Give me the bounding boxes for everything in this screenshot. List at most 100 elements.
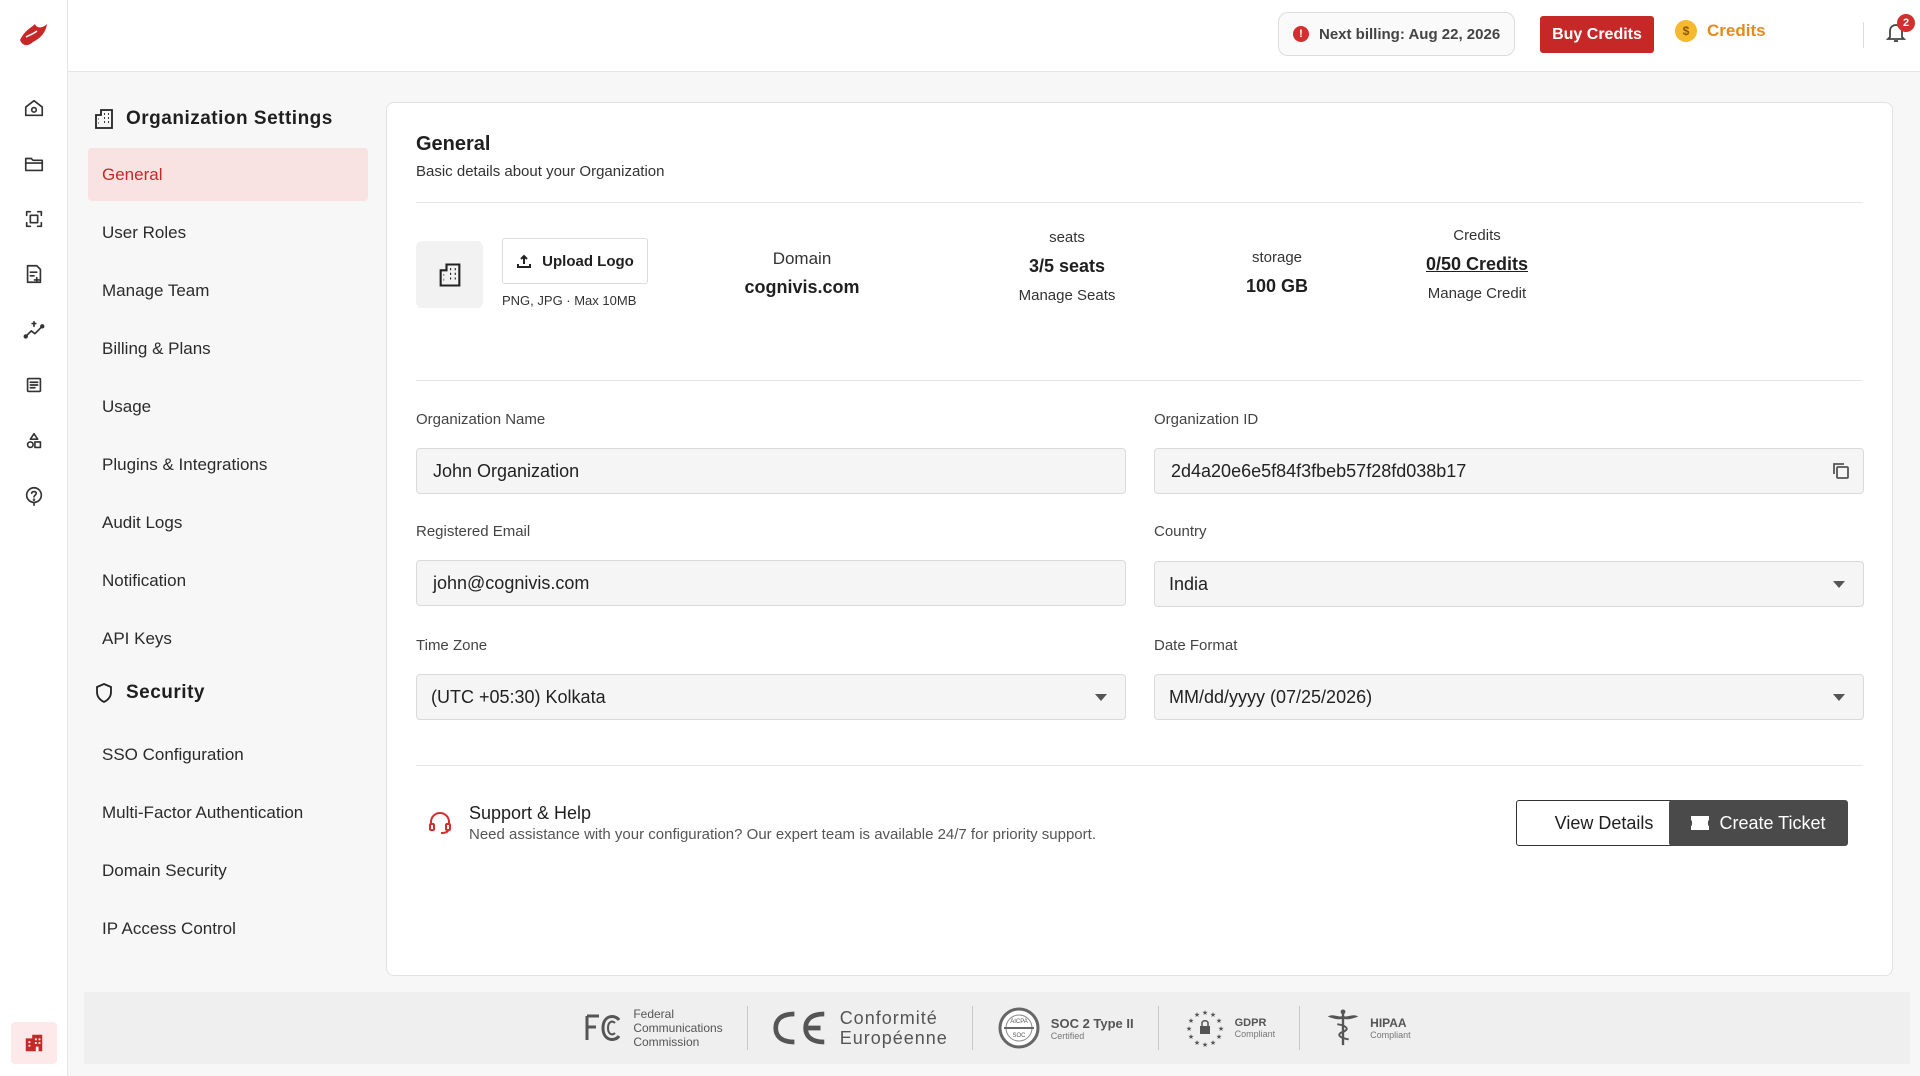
hipaa-sub: Compliant [1370, 1030, 1411, 1040]
credits-stat: Credits 0/50 Credits Manage Credit [1407, 227, 1547, 302]
upload-logo-button[interactable]: Upload Logo [502, 238, 648, 284]
svg-text:★: ★ [1201, 1009, 1207, 1017]
fcc-badge: Federal Communications Commission [559, 1007, 746, 1049]
ce-mark-icon [773, 1011, 825, 1045]
settings-sidebar: Organization Settings General User Roles… [88, 90, 368, 960]
svg-text:★: ★ [1209, 1039, 1215, 1047]
organization-settings-heading: Organization Settings [88, 90, 368, 148]
shield-icon [96, 683, 112, 704]
copy-icon[interactable] [1831, 461, 1851, 481]
email-field[interactable]: john@cognivis.com [416, 560, 1126, 606]
divider [416, 202, 1862, 203]
org-name-label: Organization Name [416, 411, 546, 428]
email-label: Registered Email [416, 523, 531, 540]
credits-value-link[interactable]: 0/50 Credits [1407, 254, 1547, 275]
home-icon[interactable] [20, 94, 48, 122]
nav-item-plugins-integrations[interactable]: Plugins & Integrations [88, 438, 368, 491]
nav-item-manage-team[interactable]: Manage Team [88, 264, 368, 317]
nav-item-ip-access-control[interactable]: IP Access Control [88, 902, 368, 955]
storage-value: 100 GB [1245, 276, 1309, 296]
nav-item-general[interactable]: General [88, 148, 368, 201]
shapes-icon[interactable] [20, 427, 48, 455]
nav-item-mfa[interactable]: Multi-Factor Authentication [88, 786, 368, 839]
document-add-icon[interactable] [20, 260, 48, 288]
top-bar: ! Next billing: Aug 22, 2026 Buy Credits… [68, 0, 1920, 72]
date-format-select[interactable]: MM/dd/yyyy (07/25/2026) [1154, 674, 1864, 720]
create-ticket-button[interactable]: Create Ticket [1669, 800, 1848, 846]
chevron-down-icon [1095, 694, 1107, 701]
organization-icon[interactable] [11, 1022, 57, 1064]
notifications-button[interactable]: 2 [1884, 14, 1915, 48]
nav-item-billing-plans[interactable]: Billing & Plans [88, 322, 368, 375]
gdpr-sub: Compliant [1234, 1029, 1276, 1039]
svg-text:★: ★ [1217, 1025, 1223, 1033]
alert-icon: ! [1293, 26, 1309, 42]
buy-credits-button[interactable]: Buy Credits [1540, 16, 1654, 53]
section-subtitle: Basic details about your Organization [416, 163, 665, 180]
credits-link[interactable]: $ Credits [1675, 20, 1766, 42]
timezone-select[interactable]: (UTC +05:30) Kolkata [416, 674, 1126, 720]
hipaa-title: HIPAA [1370, 1016, 1407, 1030]
svg-text:★: ★ [1201, 1041, 1207, 1049]
chevron-down-icon [1833, 694, 1845, 701]
ce-line-1: Conformité [839, 1008, 938, 1028]
credits-label: Credits [1707, 21, 1766, 40]
soc2-title: SOC 2 Type II [1050, 1015, 1134, 1031]
country-label: Country [1154, 523, 1207, 540]
svg-text:★: ★ [1187, 1033, 1193, 1041]
manage-credit-link[interactable]: Manage Credit [1407, 285, 1547, 302]
headset-icon [427, 809, 453, 835]
nav-item-sso-configuration[interactable]: SSO Configuration [88, 728, 368, 781]
app-logo[interactable] [17, 20, 51, 50]
list-icon[interactable] [20, 371, 48, 399]
scan-icon[interactable] [20, 205, 48, 233]
folder-icon[interactable] [20, 150, 48, 178]
ce-line-2: Européenne [839, 1028, 948, 1048]
nav-item-usage[interactable]: Usage [88, 380, 368, 433]
nav-item-user-roles[interactable]: User Roles [88, 206, 368, 259]
svg-text:SOC: SOC [1012, 1033, 1026, 1039]
gdpr-title: GDPR [1234, 1017, 1267, 1029]
aicpa-soc-icon: AICPA SOC [998, 1007, 1040, 1049]
seats-stat: seats 3/5 seats Manage Seats [997, 229, 1137, 304]
ce-badge: Conformité Européenne [748, 1008, 972, 1048]
view-details-button[interactable]: View Details [1516, 800, 1692, 846]
eu-stars-lock-icon: ★ ★★★★★★★★★★★ [1185, 1009, 1223, 1049]
coin-icon: $ [1675, 20, 1697, 42]
org-logo-placeholder [416, 241, 483, 308]
hipaa-badge: HIPAA Compliant [1300, 1007, 1435, 1049]
ticket-icon [1691, 816, 1710, 830]
fcc-logo-icon [585, 1014, 621, 1042]
caduceus-icon [1327, 1009, 1359, 1046]
country-select[interactable]: India [1154, 561, 1864, 607]
seats-value: 3/5 seats [1028, 256, 1106, 276]
support-title: Support & Help [469, 803, 592, 823]
fcc-line-3: Commission [633, 1035, 700, 1049]
svg-text:★: ★ [1193, 1039, 1199, 1047]
nav-item-audit-logs[interactable]: Audit Logs [88, 496, 368, 549]
next-billing-pill: ! Next billing: Aug 22, 2026 [1278, 12, 1515, 56]
org-name-input[interactable]: John Organization [416, 448, 1126, 494]
svg-text:★: ★ [1185, 1025, 1191, 1033]
help-icon[interactable] [20, 482, 48, 510]
chevron-down-icon [1833, 581, 1845, 588]
domain-value: cognivis.com [744, 277, 860, 297]
svg-text:★: ★ [1215, 1033, 1221, 1041]
analytics-icon[interactable] [20, 316, 48, 344]
icon-rail [0, 0, 68, 1076]
gdpr-badge: ★ ★ ★ ★ ★ ★ ★ ★ ★ ★ ★ ★ GDPR Compliant [1159, 1006, 1300, 1050]
nav-item-notification[interactable]: Notification [88, 554, 368, 607]
soc2-sub: Certified [1050, 1030, 1085, 1041]
next-billing-text: Next billing: Aug 22, 2026 [1319, 25, 1501, 43]
svg-text:AICPA: AICPA [1010, 1019, 1028, 1025]
compliance-footer: Federal Communications Commission Confor… [84, 992, 1910, 1064]
svg-text:★: ★ [1215, 1017, 1221, 1025]
manage-seats-link[interactable]: Manage Seats [997, 287, 1137, 304]
upload-hint: PNG, JPG · Max 10MB [502, 293, 637, 308]
fcc-line-1: Federal [633, 1007, 674, 1021]
nav-item-api-keys[interactable]: API Keys [88, 612, 368, 665]
upload-icon [517, 254, 532, 268]
nav-item-domain-security[interactable]: Domain Security [88, 844, 368, 897]
general-settings-card: General Basic details about your Organiz… [386, 102, 1893, 976]
org-id-label: Organization ID [1154, 411, 1259, 428]
